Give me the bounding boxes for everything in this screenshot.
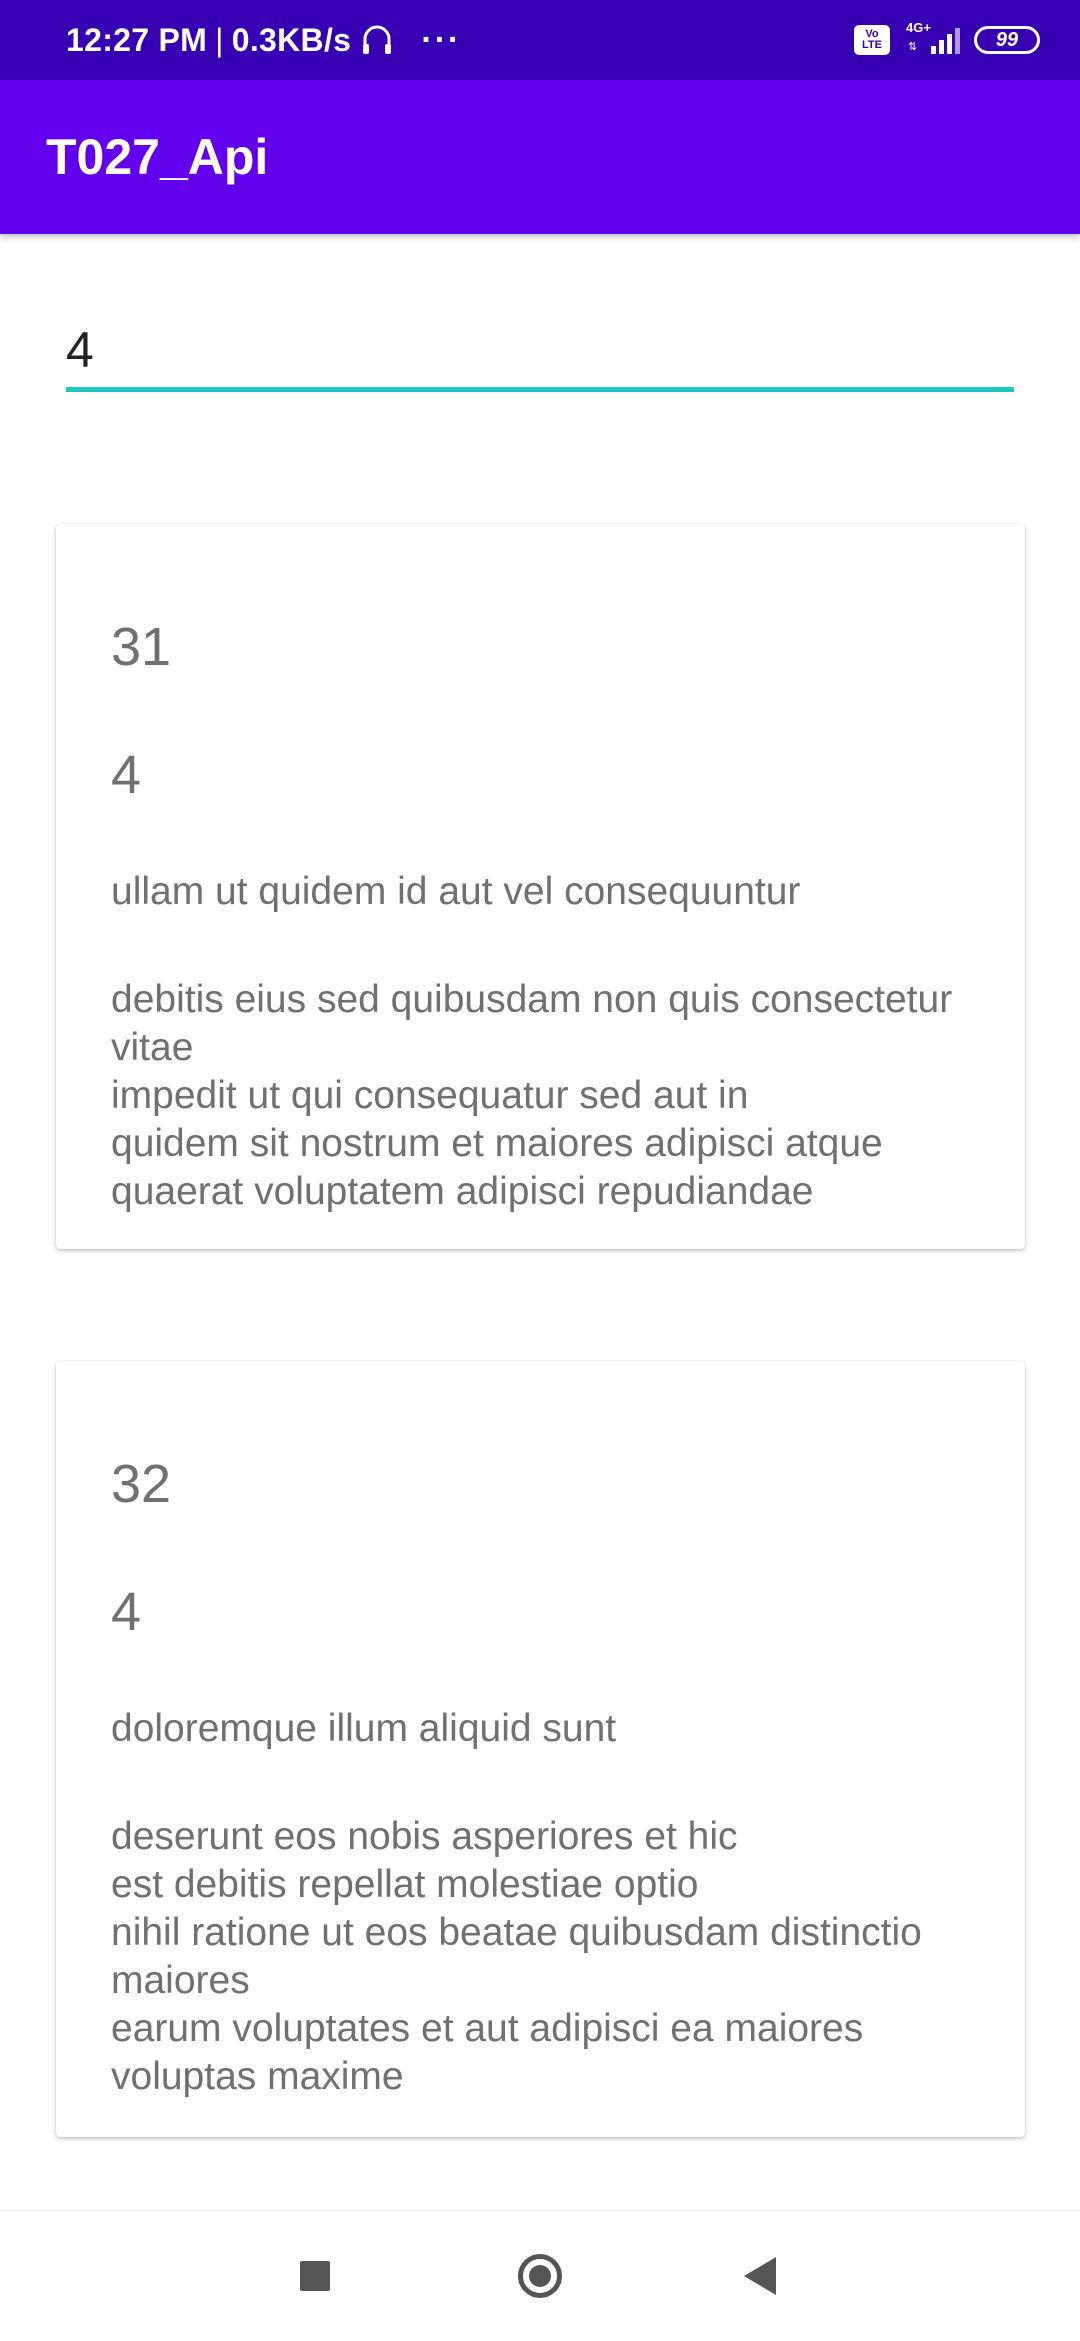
back-icon	[744, 2257, 776, 2295]
post-id: 32	[111, 1454, 172, 1514]
post-body: debitis eius sed quibusdam non quis cons…	[111, 978, 953, 1213]
post-user-id: 4	[111, 1582, 142, 1642]
data-arrows-icon: ⇅	[908, 41, 918, 53]
post-card[interactable]: 32 4 doloremque illum aliquid sunt deser…	[56, 1361, 1025, 2137]
app-bar: T027_Api	[0, 80, 1080, 234]
post-title: doloremque illum aliquid sunt	[111, 1707, 617, 1750]
post-id: 31	[111, 617, 172, 677]
nav-bar	[0, 2210, 1080, 2341]
back-button[interactable]	[700, 2211, 820, 2341]
home-icon	[518, 2254, 562, 2298]
network-type: 4G+	[906, 20, 931, 35]
post-user-id: 4	[111, 745, 142, 805]
app-title: T027_Api	[46, 129, 269, 185]
volte-icon: Vo LTE	[854, 25, 890, 55]
status-net-speed: 0.3KB/s	[231, 21, 352, 58]
home-button[interactable]	[480, 2211, 600, 2341]
status-right: Vo LTE 4G+ ⇅ 99	[854, 0, 1040, 80]
signal-icon: 4G+ ⇅	[904, 20, 960, 60]
post-body: deserunt eos nobis asperiores et hic est…	[111, 1815, 922, 2098]
post-card[interactable]: 31 4 ullam ut quidem id aut vel consequu…	[56, 524, 1025, 1249]
headphone-icon	[361, 23, 393, 57]
status-time: 12:27 PM	[66, 21, 208, 58]
more-icon: ···	[421, 21, 462, 59]
status-separator: |	[215, 21, 224, 58]
signal-bars	[931, 28, 960, 54]
recents-icon	[300, 2261, 330, 2291]
recents-button[interactable]	[255, 2211, 375, 2341]
post-title: ullam ut quidem id aut vel consequuntur	[111, 870, 801, 913]
user-id-input[interactable]	[66, 312, 1014, 392]
status-bar: 12:27 PM | 0.3KB/s ··· Vo LTE 4G+ ⇅ 99	[0, 0, 1080, 80]
battery-icon: 99	[974, 26, 1040, 54]
status-left: 12:27 PM | 0.3KB/s ···	[66, 0, 461, 80]
